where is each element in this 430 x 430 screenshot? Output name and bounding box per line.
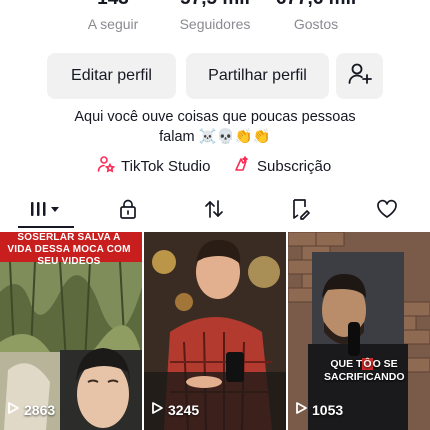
- studio-icon: [97, 155, 121, 177]
- followers-label: Seguidores: [179, 16, 251, 32]
- caption-part: O SE: [372, 358, 398, 370]
- view-count-value: 3245: [168, 401, 200, 418]
- followers-count: 57,5 mil: [160, 0, 270, 10]
- tab-liked[interactable]: [357, 196, 417, 226]
- grid-icon: [29, 199, 63, 224]
- heart-icon: [375, 198, 399, 225]
- following-stat[interactable]: 143 A seguir: [58, 0, 168, 32]
- bio-line: Aqui você ouve coisas que poucas pessoas: [74, 109, 356, 125]
- video-thumbnail[interactable]: SOSERLAR SALVA A VIDA DESSA MOCA COM SEU…: [0, 232, 142, 430]
- likes-count: 677,6 mil: [261, 0, 371, 10]
- video-caption: QUE TÔO SE SACRIFICANDO: [324, 358, 405, 384]
- subscription-label: Subscrição: [257, 157, 332, 175]
- video-caption: SOSERLAR SALVA A VIDA DESSA MOCA COM SEU…: [7, 232, 131, 267]
- view-count: 1053: [294, 401, 343, 418]
- subscription-link[interactable]: Subscrição: [233, 155, 331, 177]
- view-count: 3245: [150, 401, 199, 418]
- play-icon: [6, 401, 24, 418]
- profile-links: TikTok Studio Subscrição: [0, 155, 430, 179]
- play-icon: [150, 401, 168, 418]
- tab-private[interactable]: [98, 196, 158, 226]
- following-label: A seguir: [87, 16, 139, 32]
- video-thumbnail[interactable]: QUE TÔO SE SACRIFICANDO 1053: [288, 232, 430, 430]
- caption-part: QUE T: [330, 358, 363, 370]
- edit-profile-button[interactable]: Editar perfil: [47, 53, 176, 99]
- tab-reposts[interactable]: [184, 196, 244, 226]
- view-count: 2863: [6, 401, 55, 418]
- video-thumbnail[interactable]: 3245: [144, 232, 286, 430]
- following-count: 143: [58, 0, 168, 10]
- play-icon: [294, 401, 312, 418]
- video-grid: SOSERLAR SALVA A VIDA DESSA MOCA COM SEU…: [0, 232, 430, 430]
- add-person-icon: [347, 61, 373, 92]
- share-profile-button[interactable]: Partilhar perfil: [186, 53, 329, 99]
- lock-icon: [117, 198, 139, 225]
- profile-tabs: [0, 196, 430, 228]
- bio-line: falam ☠️💀👏👏: [159, 129, 271, 145]
- subscription-icon: [233, 155, 257, 177]
- active-tab-indicator: [18, 226, 74, 228]
- repost-icon: [202, 197, 226, 226]
- likes-stat[interactable]: 677,6 mil Gostos: [261, 0, 371, 32]
- tiktok-studio-label: TikTok Studio: [121, 157, 211, 175]
- view-count-value: 1053: [312, 401, 344, 418]
- profile-stats: 143 A seguir 57,5 mil Seguidores 677,6 m…: [0, 0, 430, 40]
- profile-actions: Editar perfil Partilhar perfil: [0, 53, 430, 99]
- followers-stat[interactable]: 57,5 mil Seguidores: [160, 0, 270, 32]
- add-friend-button[interactable]: [336, 53, 383, 99]
- likes-label: Gostos: [293, 16, 339, 32]
- view-count-value: 2863: [24, 401, 56, 418]
- tab-videos[interactable]: [16, 196, 76, 226]
- tab-saved[interactable]: [271, 196, 331, 226]
- saved-icon: [289, 197, 313, 226]
- caption-part: SACRIFICANDO: [324, 371, 405, 383]
- caption-highlight: Ô: [362, 358, 373, 370]
- tiktok-studio-link[interactable]: TikTok Studio: [97, 155, 210, 177]
- profile-bio: Aqui você ouve coisas que poucas pessoas…: [0, 107, 430, 147]
